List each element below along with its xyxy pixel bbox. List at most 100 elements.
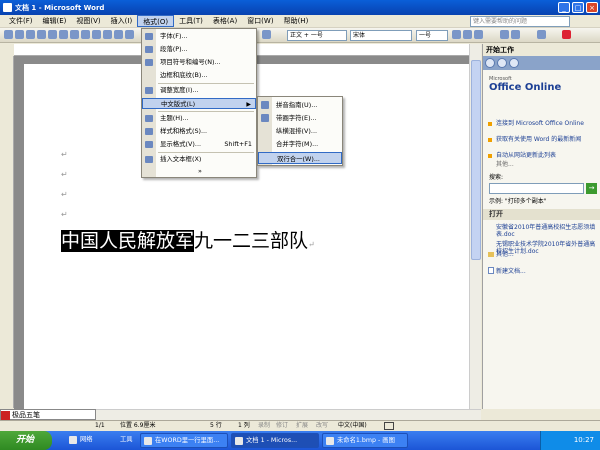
menu-item-borders[interactable]: 边框和底纹(B)... bbox=[142, 70, 256, 81]
font-combo[interactable]: 宋体 bbox=[350, 30, 412, 41]
vertical-scrollbar[interactable] bbox=[469, 44, 481, 409]
status-extend[interactable]: 扩展 bbox=[296, 421, 308, 431]
start-button[interactable]: 开始 bbox=[0, 431, 52, 450]
cut-icon[interactable] bbox=[92, 30, 101, 39]
scroll-thumb[interactable] bbox=[471, 60, 481, 260]
copy-icon[interactable] bbox=[103, 30, 112, 39]
font-color-icon[interactable] bbox=[562, 30, 571, 39]
chinese-layout-submenu: 拼音指南(U)... 带圈字符(E)... 纵横混排(V)... 合并字符(M)… bbox=[257, 96, 343, 166]
vertical-ruler[interactable] bbox=[0, 56, 14, 408]
spelling-status-icon[interactable] bbox=[384, 422, 394, 430]
task-browser[interactable]: 在WORD里一行里面... bbox=[140, 433, 228, 448]
styles-pane-icon[interactable] bbox=[262, 30, 271, 39]
paste-icon[interactable] bbox=[114, 30, 123, 39]
new-icon[interactable] bbox=[4, 30, 13, 39]
search-input[interactable] bbox=[489, 183, 584, 194]
help-search-input[interactable]: 键入需要帮助的问题 bbox=[470, 16, 570, 27]
print-preview-icon[interactable] bbox=[59, 30, 68, 39]
ime-logo-icon bbox=[1, 410, 10, 420]
selected-text[interactable]: 中国人民解放军 bbox=[61, 230, 195, 252]
menu-insert[interactable]: 插入(I) bbox=[106, 15, 138, 27]
word-app-icon[interactable] bbox=[3, 3, 12, 12]
research-icon[interactable] bbox=[81, 30, 90, 39]
open-more-link[interactable]: 其他... bbox=[496, 251, 596, 258]
style-combo[interactable]: 正文 + 一号 bbox=[287, 30, 347, 41]
menu-item-styles[interactable]: 样式和格式(S)... bbox=[142, 126, 256, 137]
status-line: 5 行 bbox=[210, 422, 222, 429]
underline-icon[interactable] bbox=[474, 30, 483, 39]
recent-file-1[interactable]: 安徽省2010年普通高校招生志愿须填表.doc bbox=[496, 224, 596, 238]
italic-icon[interactable] bbox=[463, 30, 472, 39]
maximize-button[interactable]: □ bbox=[572, 2, 584, 13]
menu-item-phonetic-guide[interactable]: 拼音指南(U)... bbox=[258, 99, 342, 111]
forward-icon[interactable] bbox=[497, 58, 507, 68]
textbox-icon bbox=[145, 156, 153, 163]
menu-window[interactable]: 窗口(W) bbox=[242, 15, 278, 27]
bullet-icon bbox=[488, 154, 492, 158]
status-overtype[interactable]: 改写 bbox=[316, 421, 328, 431]
open-icon[interactable] bbox=[15, 30, 24, 39]
home-icon[interactable] bbox=[509, 58, 519, 68]
search-label: 搜索: bbox=[489, 174, 504, 181]
taskbar: 开始 网络 工具 在WORD里一行里面... 文档 1 - Micros... … bbox=[0, 431, 600, 450]
menu-item-combine-chars[interactable]: 合并字符(M)... bbox=[258, 138, 342, 150]
unselected-text[interactable]: 九一二三部队 bbox=[194, 230, 308, 252]
menu-item-horizontal-in-vertical[interactable]: 纵横混排(V)... bbox=[258, 125, 342, 137]
task-paint[interactable]: 未命名1.bmp - 画图 bbox=[322, 433, 408, 448]
ime-toolbar[interactable]: 极品五笔 bbox=[0, 409, 96, 420]
search-go-button[interactable]: → bbox=[586, 183, 597, 194]
window-title: 文档 1 - Microsoft Word bbox=[15, 3, 105, 12]
menu-expand-button[interactable]: » bbox=[142, 166, 256, 177]
quicklaunch-tools[interactable]: 工具 bbox=[106, 433, 136, 448]
close-button[interactable]: × bbox=[586, 2, 598, 13]
document-text-line[interactable]: 中国人民解放军九一二三部队↵ bbox=[61, 228, 315, 258]
menu-item-font[interactable]: 字体(F)... bbox=[142, 31, 256, 42]
link-connect-office-online[interactable]: 连接到 Microsoft Office Online bbox=[496, 120, 596, 127]
menu-item-chinese-layout[interactable]: 中文版式(L) ▶ bbox=[142, 98, 256, 109]
menu-edit[interactable]: 编辑(E) bbox=[38, 15, 72, 27]
quicklaunch-network[interactable]: 网络 bbox=[66, 433, 104, 448]
paragraph-mark: ↵ bbox=[61, 150, 68, 159]
menu-format[interactable]: 格式(O) bbox=[137, 15, 175, 27]
menu-item-bullets[interactable]: 项目符号和编号(N)... bbox=[142, 57, 256, 68]
status-track[interactable]: 修订 bbox=[276, 421, 288, 431]
paragraph-mark: ↵ bbox=[308, 240, 315, 249]
save-icon[interactable] bbox=[26, 30, 35, 39]
clock[interactable]: 10:27 bbox=[574, 436, 594, 444]
print-icon[interactable] bbox=[48, 30, 57, 39]
menu-item-enclosed-chars[interactable]: 带圈字符(E)... bbox=[258, 112, 342, 124]
minimize-button[interactable]: _ bbox=[558, 2, 570, 13]
spelling-icon[interactable] bbox=[70, 30, 79, 39]
back-icon[interactable] bbox=[485, 58, 495, 68]
menu-view[interactable]: 视图(V) bbox=[71, 15, 105, 27]
menu-help[interactable]: 帮助(H) bbox=[279, 15, 314, 27]
status-record[interactable]: 录制 bbox=[258, 421, 270, 431]
menu-file[interactable]: 文件(F) bbox=[4, 15, 38, 27]
open-section-header: 打开 bbox=[483, 209, 600, 220]
bold-icon[interactable] bbox=[452, 30, 461, 39]
horizontal-scrollbar[interactable] bbox=[96, 409, 481, 420]
menu-item-textbox[interactable]: 插入文本框(X) bbox=[142, 154, 256, 165]
menu-item-reveal-format[interactable]: 显示格式(V)... Shift+F1 bbox=[142, 139, 256, 150]
menu-item-two-lines-in-one[interactable]: 双行合一(W)... bbox=[258, 152, 342, 164]
link-latest-news[interactable]: 获取有关使用 Word 的最新新闻 bbox=[496, 136, 596, 143]
align-center-icon[interactable] bbox=[511, 30, 520, 39]
highlight-icon[interactable] bbox=[537, 30, 546, 39]
styles-icon bbox=[145, 128, 153, 135]
size-combo[interactable]: 一号 bbox=[416, 30, 448, 41]
new-document-link[interactable]: 新建文档... bbox=[496, 268, 596, 275]
format-painter-icon[interactable] bbox=[125, 30, 134, 39]
align-left-icon[interactable] bbox=[500, 30, 509, 39]
task-word[interactable]: 文档 1 - Micros... bbox=[231, 433, 319, 448]
menu-table[interactable]: 表格(A) bbox=[208, 15, 242, 27]
link-more[interactable]: 其他... bbox=[496, 161, 596, 168]
link-auto-update[interactable]: 自动从网站更新此列表 bbox=[496, 152, 596, 159]
menu-item-theme[interactable]: 主题(H)... bbox=[142, 113, 256, 124]
menu-item-adjust-width[interactable]: 调整宽度(I)... bbox=[142, 85, 256, 96]
menu-tools[interactable]: 工具(T) bbox=[174, 15, 208, 27]
menu-item-paragraph[interactable]: 段落(P)... bbox=[142, 44, 256, 55]
system-tray: 10:27 bbox=[540, 431, 600, 450]
permission-icon[interactable] bbox=[37, 30, 46, 39]
folder-icon bbox=[488, 252, 494, 257]
status-column: 1 列 bbox=[238, 422, 250, 429]
